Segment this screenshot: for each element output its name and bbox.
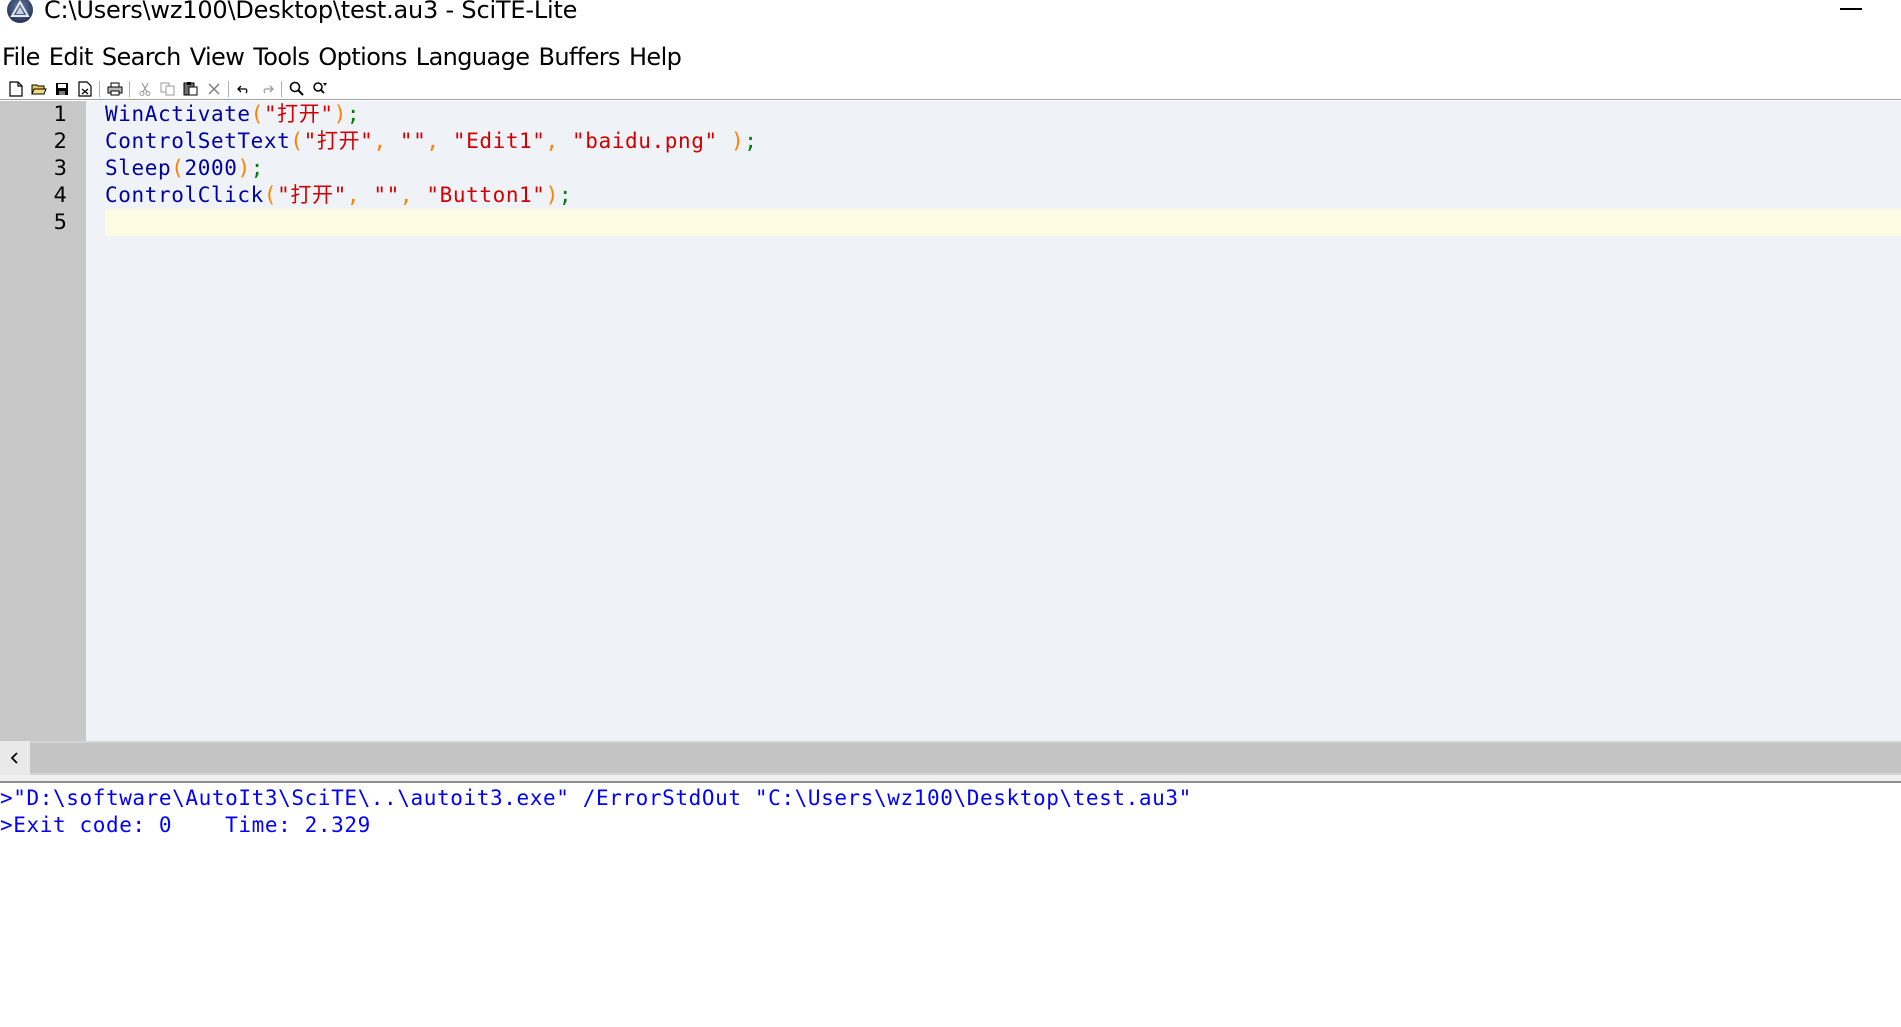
code-token: "baidu.png" bbox=[572, 129, 718, 153]
undo-icon bbox=[236, 85, 247, 93]
close-file-button[interactable] bbox=[73, 79, 96, 99]
code-token: "打开" bbox=[277, 183, 347, 207]
paste-button[interactable] bbox=[179, 79, 202, 99]
menu-tools[interactable]: Tools bbox=[251, 40, 316, 74]
open-file-button[interactable] bbox=[27, 79, 50, 99]
save-button[interactable] bbox=[50, 79, 73, 99]
code-token: , bbox=[373, 129, 400, 153]
code-line[interactable]: ControlClick("打开", "", "Button1"); bbox=[105, 182, 572, 209]
menu-file[interactable]: File bbox=[0, 40, 47, 74]
window-title: C:\Users\wz100\Desktop\test.au3 - SciTE-… bbox=[44, 0, 578, 24]
delete-icon bbox=[208, 83, 219, 94]
code-token: ( bbox=[263, 183, 278, 207]
title-bar: C:\Users\wz100\Desktop\test.au3 - SciTE-… bbox=[0, 0, 1901, 25]
code-token: "打开" bbox=[303, 129, 374, 153]
save-icon bbox=[55, 82, 68, 95]
redo-icon bbox=[263, 85, 274, 93]
code-token: "Edit1" bbox=[452, 129, 546, 153]
find-button[interactable] bbox=[285, 79, 308, 99]
code-token: "打开" bbox=[263, 102, 334, 126]
code-token: ControlSetText bbox=[105, 129, 291, 153]
menu-bar: File Edit Search View Tools Options Lang… bbox=[0, 40, 1901, 74]
toolbar bbox=[0, 78, 1901, 100]
copy-icon bbox=[160, 82, 175, 95]
code-line[interactable]: ControlSetText("打开", "", "Edit1", "baidu… bbox=[105, 128, 757, 155]
code-token: , bbox=[545, 129, 573, 153]
code-token: "Button1" bbox=[426, 183, 546, 207]
copy-button[interactable] bbox=[156, 79, 179, 99]
open-folder-icon bbox=[30, 84, 47, 94]
line-number: 5 bbox=[53, 210, 67, 234]
menu-options[interactable]: Options bbox=[316, 40, 413, 74]
code-token: ( bbox=[250, 102, 264, 126]
code-token: Sleep bbox=[105, 156, 172, 180]
output-line: >Exit code: 0 Time: 2.329 bbox=[0, 813, 371, 837]
code-token: "" bbox=[373, 183, 400, 207]
code-token: ) bbox=[545, 183, 559, 207]
code-token: ) bbox=[237, 156, 251, 180]
output-pane[interactable]: >"D:\software\AutoIt3\SciTE\..\autoit3.e… bbox=[0, 783, 1901, 1027]
scite-app-icon[interactable] bbox=[7, 0, 33, 23]
print-button[interactable] bbox=[103, 79, 126, 99]
output-splitter[interactable] bbox=[0, 775, 1901, 783]
find-icon bbox=[289, 81, 304, 96]
menu-view[interactable]: View bbox=[188, 40, 252, 74]
scroll-left-button[interactable] bbox=[0, 741, 30, 775]
minimize-icon bbox=[1840, 8, 1862, 10]
code-token: ; bbox=[558, 183, 573, 207]
code-token: ; bbox=[250, 156, 264, 180]
code-token: ) bbox=[333, 102, 347, 126]
line-number: 3 bbox=[53, 156, 67, 180]
new-file-button[interactable] bbox=[4, 79, 27, 99]
delete-button[interactable] bbox=[202, 79, 225, 99]
line-number: 2 bbox=[53, 129, 67, 153]
line-number: 4 bbox=[53, 183, 67, 207]
chevron-left-icon bbox=[10, 752, 18, 764]
replace-icon bbox=[312, 82, 327, 94]
line-number: 1 bbox=[53, 102, 67, 126]
editor-pane[interactable]: 1 2 3 4 5 WinActivate("打开"); ControlSetTe… bbox=[0, 101, 1901, 741]
code-token: ; bbox=[744, 129, 758, 153]
cut-button[interactable] bbox=[133, 79, 156, 99]
fold-margin[interactable] bbox=[86, 101, 102, 741]
minimize-button[interactable] bbox=[1820, 0, 1880, 22]
paste-icon bbox=[183, 82, 198, 96]
code-token: ( bbox=[171, 156, 185, 180]
code-token: ( bbox=[290, 129, 304, 153]
redo-button[interactable] bbox=[255, 79, 278, 99]
code-token: ; bbox=[346, 102, 361, 126]
code-line[interactable]: Sleep(2000); bbox=[105, 155, 264, 182]
output-line: >"D:\software\AutoIt3\SciTE\..\autoit3.e… bbox=[0, 786, 1192, 810]
code-token: , bbox=[426, 129, 453, 153]
new-file-icon bbox=[8, 80, 23, 97]
code-token: "" bbox=[399, 129, 427, 153]
code-token: WinActivate bbox=[105, 102, 251, 126]
code-token: , bbox=[399, 183, 427, 207]
horizontal-scrollbar[interactable] bbox=[0, 741, 1901, 775]
toolbar-separator bbox=[99, 80, 100, 97]
print-icon bbox=[107, 82, 122, 95]
scrollbar-thumb[interactable] bbox=[30, 743, 1901, 773]
menu-search[interactable]: Search bbox=[100, 40, 188, 74]
cut-icon bbox=[139, 82, 150, 96]
code-token: , bbox=[346, 183, 374, 207]
menu-language[interactable]: Language bbox=[414, 40, 537, 74]
menu-edit[interactable]: Edit bbox=[47, 40, 100, 74]
line-number-margin[interactable]: 1 2 3 4 5 bbox=[0, 101, 86, 741]
menu-buffers[interactable]: Buffers bbox=[536, 40, 627, 74]
toolbar-separator bbox=[129, 80, 130, 97]
code-line[interactable]: WinActivate("打开"); bbox=[105, 101, 360, 128]
code-token: ) bbox=[717, 129, 745, 153]
code-token: ControlClick bbox=[105, 183, 264, 207]
toolbar-separator bbox=[228, 80, 229, 97]
close-file-icon bbox=[77, 80, 92, 97]
current-line-highlight bbox=[105, 209, 1901, 236]
menu-help[interactable]: Help bbox=[627, 40, 688, 74]
undo-button[interactable] bbox=[232, 79, 255, 99]
code-token: 2000 bbox=[184, 156, 238, 180]
toolbar-separator bbox=[281, 80, 282, 97]
replace-button[interactable] bbox=[308, 79, 331, 99]
